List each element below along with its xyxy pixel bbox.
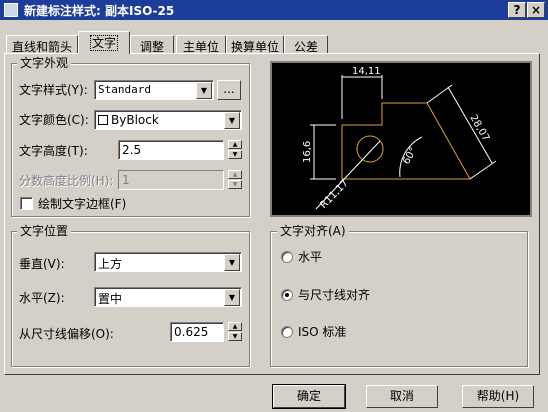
text-color-combo[interactable]: ByBlock ▼	[94, 110, 242, 130]
radio-iso-standard[interactable]	[281, 326, 293, 338]
dim-slope-text: 28,07	[467, 113, 491, 143]
tab-alternate-units[interactable]: 换算单位	[226, 35, 284, 54]
fraction-scale-input: 1	[118, 170, 224, 190]
radio-horizontal[interactable]	[281, 251, 293, 263]
offset-label: 从尺寸线偏移(O):	[19, 327, 114, 341]
tab-label: 公差	[293, 40, 318, 54]
window-title: 新建标注样式: 副本ISO-25	[24, 4, 175, 18]
text-color-label: 文字颜色(C):	[19, 113, 89, 127]
text-color-value: ByBlock	[111, 113, 159, 127]
ok-button[interactable]: 确定	[272, 384, 346, 409]
help-button[interactable]: 帮助(H)	[462, 385, 534, 408]
draw-frame-checkbox[interactable]	[20, 197, 33, 210]
group-label-text-placement: 文字位置	[17, 224, 72, 238]
spin-up-icon[interactable]: ▲	[228, 322, 242, 331]
dim-radius-text: R11,17	[318, 178, 351, 211]
dim-height-text: 16,6	[302, 141, 313, 163]
dim-width-text: 14,11	[352, 66, 381, 77]
spin-down-icon[interactable]: ▼	[228, 332, 242, 341]
chevron-down-icon[interactable]: ▼	[196, 82, 212, 99]
vertical-value: 上方	[98, 257, 123, 271]
preview-drawing: 14,11 16,6 28,07 60° R11,17	[302, 66, 497, 211]
tab-lines-arrows[interactable]: 直线和箭头	[6, 35, 78, 54]
fraction-scale-value: 1	[122, 173, 130, 187]
color-swatch-icon	[98, 115, 108, 125]
tab-label: 调整	[139, 40, 164, 54]
text-height-input[interactable]: 2.5	[118, 140, 224, 160]
text-height-label: 文字高度(T):	[19, 144, 88, 158]
horizontal-value: 置中	[98, 292, 123, 306]
text-style-label: 文字样式(Y):	[19, 83, 88, 97]
radio-aligned-with-dimension[interactable]	[281, 289, 293, 301]
tab-label: 换算单位	[230, 40, 279, 54]
radio-iso-label: ISO 标准	[298, 325, 347, 339]
browse-text-style-button[interactable]: ...	[217, 80, 241, 100]
spin-up-icon[interactable]: ▲	[228, 140, 242, 149]
cancel-button[interactable]: 取消	[366, 385, 438, 408]
horizontal-combo[interactable]: 置中 ▼	[94, 287, 242, 307]
tab-label: 直线和箭头	[11, 40, 72, 54]
dim-angle-text: 60°	[401, 146, 419, 167]
spin-down-icon[interactable]: ▼	[228, 150, 242, 159]
part-outline	[341, 102, 471, 180]
tab-primary-units[interactable]: 主单位	[176, 35, 226, 54]
group-label-text-appearance: 文字外观	[17, 56, 72, 70]
draw-frame-label: 绘制文字边框(F)	[38, 197, 127, 211]
chevron-down-icon[interactable]: ▼	[224, 289, 240, 306]
vertical-label: 垂直(V):	[19, 257, 65, 271]
tab-tolerances[interactable]: 公差	[284, 35, 328, 54]
horizontal-label: 水平(Z):	[19, 291, 65, 305]
part-circle	[356, 135, 384, 163]
close-icon[interactable]: ×	[527, 2, 545, 18]
text-style-combo[interactable]: Standard ▼	[94, 80, 214, 100]
fraction-scale-label: 分数高度比例(H):	[19, 174, 114, 188]
tab-label: 主单位	[182, 40, 219, 54]
spin-down-icon: ▼	[228, 180, 242, 189]
help-icon[interactable]: ?	[508, 2, 526, 18]
tab-label: 文字	[89, 35, 119, 51]
extension-line	[469, 160, 497, 180]
offset-input[interactable]: 0.625	[170, 322, 224, 342]
chevron-down-icon[interactable]: ▼	[224, 112, 240, 129]
app-icon	[4, 3, 18, 17]
group-label-text-alignment: 文字对齐(A)	[277, 224, 349, 238]
vertical-combo[interactable]: 上方 ▼	[94, 252, 242, 272]
offset-value: 0.625	[174, 325, 209, 339]
spin-up-icon: ▲	[228, 170, 242, 179]
tab-text[interactable]: 文字	[78, 31, 130, 54]
title-bar: 新建标注样式: 副本ISO-25 ? ×	[0, 0, 548, 20]
chevron-down-icon[interactable]: ▼	[224, 254, 240, 271]
text-height-value: 2.5	[122, 143, 142, 157]
radio-aligned-label: 与尺寸线对齐	[298, 288, 371, 302]
tab-fit[interactable]: 调整	[130, 35, 174, 54]
radio-horizontal-label: 水平	[298, 250, 323, 264]
text-style-value: Standard	[98, 83, 151, 96]
dimension-preview: 14,11 16,6 28,07 60° R11,17	[270, 61, 532, 217]
